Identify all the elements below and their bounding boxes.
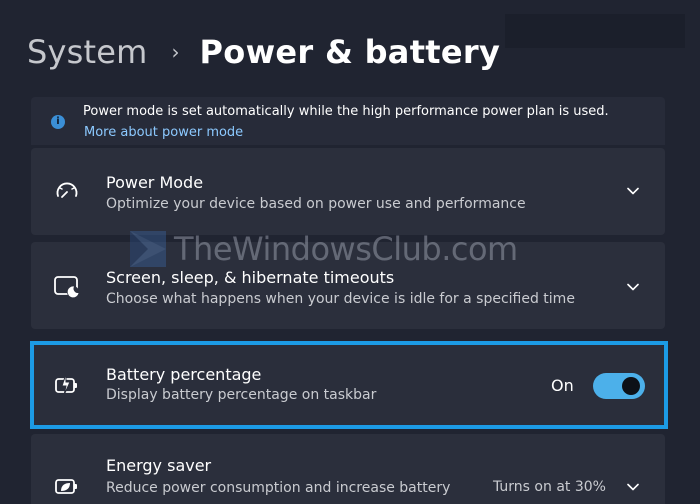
page-title: Power & battery: [199, 33, 501, 71]
battery-percentage-title: Battery percentage: [106, 365, 262, 384]
breadcrumb: System › Power & battery: [27, 28, 500, 76]
energy-saver-status: Turns on at 30%: [493, 479, 606, 495]
info-banner-text: Power mode is set automatically while th…: [83, 104, 609, 119]
power-mode-title: Power Mode: [106, 173, 204, 192]
breadcrumb-system[interactable]: System: [27, 33, 148, 71]
title-bar-area: [505, 14, 685, 48]
battery-charging-icon: [55, 373, 77, 396]
battery-percentage-description: Display battery percentage on taskbar: [106, 387, 377, 403]
breadcrumb-separator-icon: ›: [171, 40, 180, 64]
battery-percentage-toggle[interactable]: [593, 373, 645, 399]
screen-moon-icon: [54, 276, 79, 298]
energy-saver-title: Energy saver: [106, 456, 212, 475]
chevron-down-icon[interactable]: [625, 479, 641, 495]
screen-sleep-description: Choose what happens when your device is …: [106, 291, 575, 307]
info-banner: i Power mode is set automatically while …: [31, 97, 665, 145]
more-about-power-mode-link[interactable]: More about power mode: [84, 125, 243, 140]
gauge-icon: [56, 182, 78, 198]
info-icon: i: [51, 115, 65, 129]
chevron-down-icon[interactable]: [625, 279, 641, 295]
power-mode-description: Optimize your device based on power use …: [106, 196, 526, 212]
battery-percentage-card: Battery percentage Display battery perce…: [31, 345, 665, 425]
energy-saver-description: Reduce power consumption and increase ba…: [106, 480, 451, 496]
energy-saver-card[interactable]: Energy saver Reduce power consumption an…: [31, 434, 665, 504]
screen-sleep-title: Screen, sleep, & hibernate timeouts: [106, 268, 395, 287]
chevron-down-icon[interactable]: [625, 183, 641, 199]
energy-saver-icon: [55, 479, 77, 494]
toggle-state-label: On: [551, 376, 574, 395]
power-mode-card[interactable]: Power Mode Optimize your device based on…: [31, 148, 665, 235]
screen-sleep-card[interactable]: Screen, sleep, & hibernate timeouts Choo…: [31, 242, 665, 329]
toggle-knob: [622, 377, 640, 395]
